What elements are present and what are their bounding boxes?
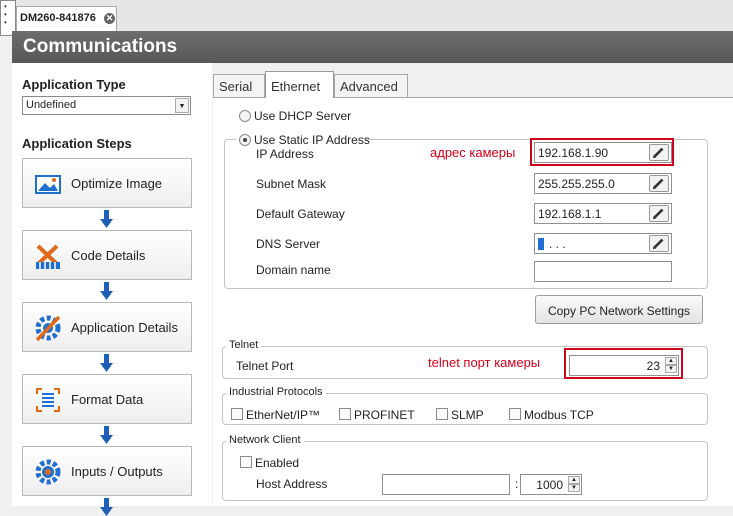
close-tab-icon[interactable]: ✕ [104,13,115,24]
dhcp-radio[interactable] [239,110,251,122]
subnet-mask-label: Subnet Mask [256,177,327,191]
step-optimize-image-button[interactable]: Optimize Image [22,158,192,208]
host-address-field[interactable] [382,474,510,495]
spin-up-icon[interactable]: ▲ [665,357,677,365]
spin-buttons[interactable]: ▲ ▼ [568,476,580,493]
arrow-down-icon [100,426,113,444]
ethernet-ip-label: EtherNet/IP™ [246,408,321,422]
telnet-legend: Telnet [226,339,262,351]
application-type-value: Undefined [26,99,77,111]
application-steps-label: Application Steps [22,136,132,151]
industrial-protocols-legend: Industrial Protocols [226,386,326,398]
camera-telnet-port-annotation: telnet порт камеры [428,355,541,370]
tab-ethernet[interactable]: Ethernet [265,71,334,98]
text-cursor [538,238,544,250]
application-type-label: Application Type [22,77,126,92]
profinet-checkbox[interactable] [339,408,351,420]
document-tab[interactable]: DM260-841876 ✕ [16,6,117,32]
spin-down-icon[interactable]: ▼ [568,484,580,492]
tab-serial[interactable]: Serial [213,74,265,97]
gear-wrench-icon [35,315,61,342]
step-label: Format Data [71,392,144,407]
spin-buttons[interactable]: ▲ ▼ [665,357,677,374]
modbus-tcp-label: Modbus TCP [524,408,594,422]
arrow-down-icon [100,498,113,516]
arrow-down-icon [100,210,113,228]
step-format-data-button[interactable]: Format Data [22,374,192,424]
default-gateway-field[interactable]: 192.168.1.1 [534,203,672,224]
pencil-edit-icon[interactable] [649,205,669,222]
static-ip-radio[interactable] [239,134,251,146]
step-label: Optimize Image [71,176,163,191]
domain-name-label: Domain name [256,263,331,277]
host-port-value: 1000 [536,478,563,492]
dns-server-field[interactable]: . . . [534,233,672,254]
tools-icon [36,244,60,269]
modbus-tcp-checkbox[interactable] [509,408,521,420]
slmp-label: SLMP [451,408,484,422]
host-port-stepper[interactable]: 1000 ▲ ▼ [520,474,582,495]
telnet-port-stepper[interactable]: 23 ▲ ▼ [569,355,679,376]
host-port-separator: : [515,477,519,491]
pencil-edit-icon[interactable] [649,175,669,192]
dns-server-value: . . . [549,237,566,251]
step-inputs-outputs-button[interactable]: Inputs / Outputs [22,446,192,496]
step-label: Code Details [71,248,146,263]
subnet-mask-field[interactable]: 255.255.255.0 [534,173,672,194]
ip-address-value: 192.168.1.90 [538,146,609,160]
telnet-port-value: 23 [646,359,660,373]
spin-up-icon[interactable]: ▲ [568,476,580,484]
pencil-edit-icon[interactable] [649,144,669,161]
subnet-mask-value: 255.255.255.0 [538,177,615,191]
arrow-down-icon [100,282,113,300]
chevron-down-icon[interactable]: ▼ [175,98,189,113]
enabled-label: Enabled [255,456,300,470]
ip-address-field[interactable]: 192.168.1.90 [534,142,672,163]
page-title: Communications [12,31,733,63]
copy-pc-network-settings-button[interactable]: Copy PC Network Settings [535,295,703,324]
arrow-down-icon [100,354,113,372]
image-icon [35,175,61,194]
profinet-label: PROFINET [354,408,415,422]
format-data-icon [36,388,60,412]
dns-server-label: DNS Server [256,237,321,251]
document-tab-title: DM260-841876 [20,12,96,24]
step-label: Application Details [71,320,178,335]
step-application-details-button[interactable]: Application Details [22,302,192,352]
dhcp-label: Use DHCP Server [254,109,352,123]
step-code-details-button[interactable]: Code Details [22,230,192,280]
default-gateway-value: 192.168.1.1 [538,207,602,221]
tab-advanced[interactable]: Advanced [334,74,408,97]
network-client-legend: Network Client [226,434,304,446]
camera-address-annotation: адрес камеры [430,145,516,160]
application-type-select[interactable]: Undefined ▼ [22,96,191,115]
spin-down-icon[interactable]: ▼ [665,365,677,373]
telnet-port-label: Telnet Port [236,359,294,373]
pencil-edit-icon[interactable] [649,235,669,252]
static-ip-label: Use Static IP Address [254,133,370,147]
ethernet-ip-checkbox[interactable] [231,408,243,420]
default-gateway-label: Default Gateway [256,207,345,221]
slmp-checkbox[interactable] [436,408,448,420]
enabled-checkbox[interactable] [240,456,252,468]
host-address-label: Host Address [256,477,328,491]
step-label: Inputs / Outputs [71,464,163,479]
gear-icon [35,459,61,485]
ip-address-label: IP Address [256,147,314,161]
domain-name-field[interactable] [534,261,672,282]
